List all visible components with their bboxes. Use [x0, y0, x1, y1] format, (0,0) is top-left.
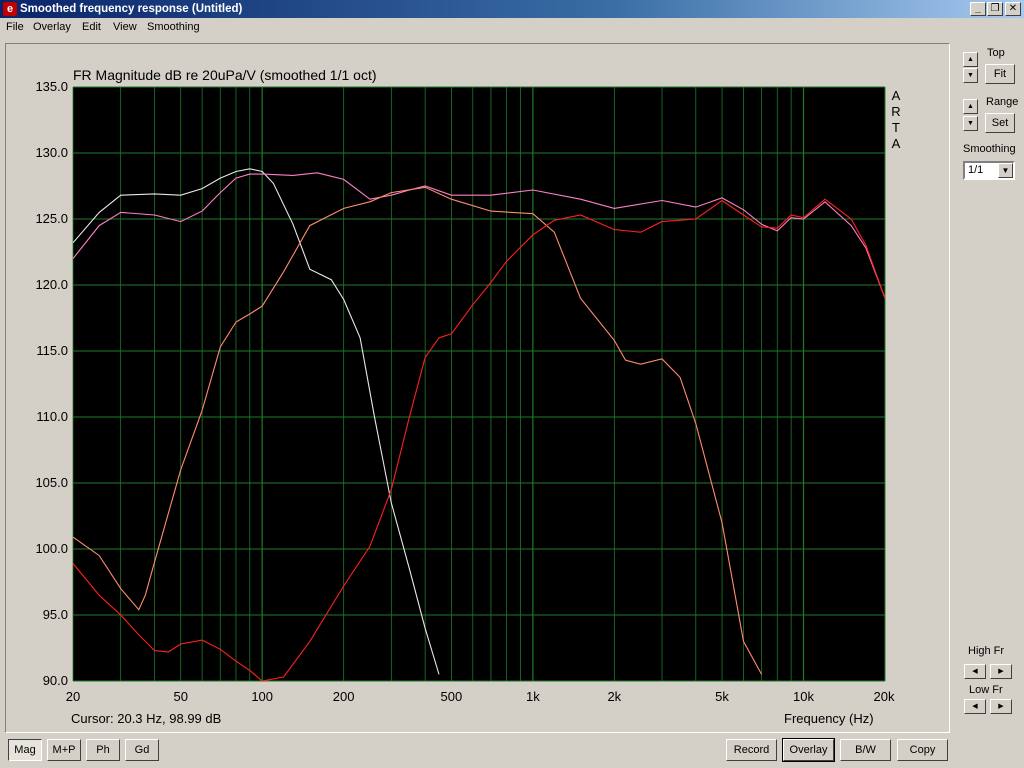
y-tick-label: 125.0 — [35, 211, 68, 226]
overlay-button[interactable]: Overlay — [782, 738, 835, 762]
group-delay-button[interactable]: Gd — [125, 739, 159, 761]
x-tick-label: 20k — [873, 689, 895, 704]
smoothing-label: Smoothing — [963, 143, 1016, 155]
arta-watermark: A R T A — [889, 88, 903, 152]
smoothing-select[interactable]: 1/1 ▼ — [963, 161, 1015, 180]
bw-button[interactable]: B/W — [840, 739, 891, 761]
frequency-response-chart[interactable] — [0, 0, 1024, 768]
y-tick-label: 100.0 — [35, 541, 68, 556]
x-tick-label: 200 — [332, 689, 355, 704]
set-button[interactable]: Set — [985, 113, 1015, 133]
x-tick-label: 100 — [251, 689, 274, 704]
phase-button[interactable]: Ph — [86, 739, 120, 761]
smoothing-value: 1/1 — [968, 164, 984, 176]
fit-button[interactable]: Fit — [985, 64, 1015, 84]
high-fr-label: High Fr — [968, 645, 1005, 657]
x-tick-label: 5k — [715, 689, 729, 704]
high-fr-right-button[interactable]: ▶ — [990, 664, 1012, 679]
mag-phase-button[interactable]: M+P — [47, 739, 81, 761]
top-up-button[interactable]: ▲ — [963, 52, 978, 67]
low-fr-left-button[interactable]: ◀ — [964, 699, 986, 714]
watermark-letter: A — [891, 136, 901, 151]
mag-button[interactable]: Mag — [8, 739, 42, 761]
watermark-letter: A — [891, 88, 901, 103]
chevron-down-icon[interactable]: ▼ — [998, 163, 1013, 178]
cursor-readout: Cursor: 20.3 Hz, 98.99 dB — [71, 711, 222, 726]
plot-area[interactable] — [73, 87, 885, 681]
y-tick-label: 95.0 — [42, 607, 68, 622]
x-tick-label: 10k — [793, 689, 814, 704]
x-tick-label: 50 — [173, 689, 188, 704]
y-tick-label: 130.0 — [35, 145, 68, 160]
y-tick-label: 105.0 — [35, 475, 68, 490]
range-up-button[interactable]: ▲ — [963, 99, 978, 114]
top-down-button[interactable]: ▼ — [963, 68, 978, 83]
high-fr-left-button[interactable]: ◀ — [964, 664, 986, 679]
x-tick-label: 1k — [525, 689, 540, 704]
y-tick-label: 90.0 — [42, 673, 68, 688]
x-tick-label: 2k — [607, 689, 622, 704]
y-tick-label: 110.0 — [36, 409, 68, 424]
y-tick-label: 120.0 — [35, 277, 68, 292]
x-tick-label: 500 — [440, 689, 463, 704]
record-button[interactable]: Record — [726, 739, 777, 761]
x-tick-label: 20 — [65, 689, 81, 704]
y-tick-label: 135.0 — [35, 79, 68, 94]
copy-button[interactable]: Copy — [897, 739, 948, 761]
watermark-letter: T — [892, 120, 900, 135]
top-label: Top — [987, 47, 1005, 59]
x-axis-label: Frequency (Hz) — [784, 711, 874, 726]
y-tick-label: 115.0 — [36, 343, 68, 358]
low-fr-right-button[interactable]: ▶ — [990, 699, 1012, 714]
low-fr-label: Low Fr — [969, 684, 1003, 696]
watermark-letter: R — [891, 104, 901, 119]
range-down-button[interactable]: ▼ — [963, 116, 978, 131]
range-label: Range — [986, 96, 1019, 108]
